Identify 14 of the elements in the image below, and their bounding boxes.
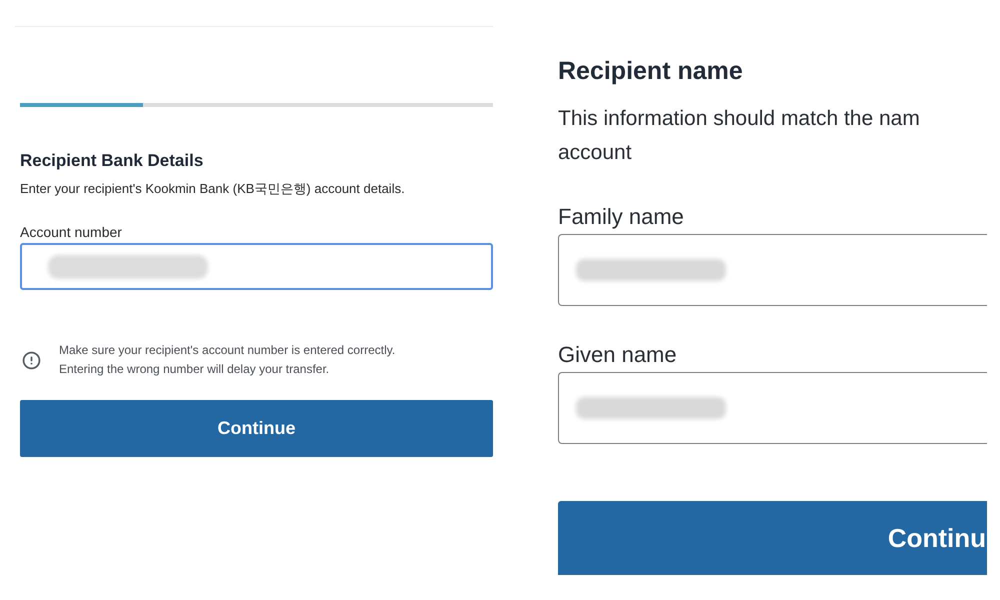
- input-field[interactable]: [20, 243, 493, 290]
- input-field[interactable]: [558, 234, 987, 306]
- section-title: Recipient name: [558, 56, 744, 87]
- section-description: Enter your recipient's Kookmin Bank (KB국민은행) account details.: [20, 180, 406, 198]
- field-label: Account number: [20, 223, 123, 241]
- section-description: This information should match the nam account: [558, 106, 921, 166]
- field-label: Given name: [558, 341, 678, 369]
- continue-button[interactable]: Continue: [20, 400, 493, 457]
- notice-text: Make sure your recipient's account number is entered correctly. Entering the wrong number will delay your transfer.: [59, 342, 396, 378]
- section-title: Recipient Bank Details: [20, 150, 204, 172]
- field-label: Family name: [558, 203, 685, 231]
- input-field[interactable]: [558, 372, 987, 444]
- alert-icon: [22, 350, 41, 370]
- continue-button[interactable]: Continu: [558, 501, 987, 575]
